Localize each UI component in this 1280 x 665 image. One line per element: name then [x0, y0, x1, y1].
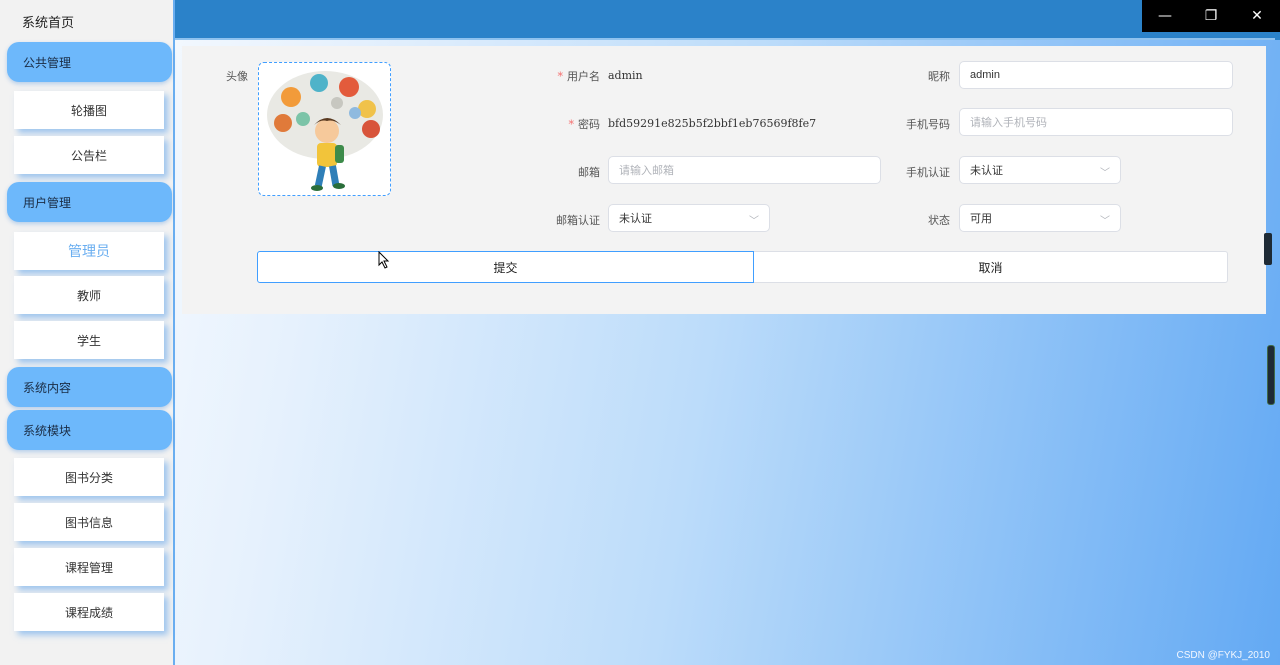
username-label: * 用户名 [557, 70, 601, 83]
cancel-button[interactable]: 取消 [754, 251, 1228, 283]
mouse-cursor-icon [378, 251, 390, 269]
submit-button[interactable]: 提交 [257, 251, 754, 283]
username-value: admin [608, 69, 643, 82]
close-icon[interactable]: ✕ [1234, 0, 1280, 32]
chevron-down-icon: ﹀ [749, 216, 759, 227]
status-label: 状态 [928, 214, 950, 227]
side-handle[interactable] [1264, 233, 1272, 265]
sidebar-item-book-info[interactable]: 图书信息 [14, 503, 164, 541]
email-verify-select[interactable]: 未认证 ﹀ [608, 204, 770, 232]
avatar-upload[interactable] [258, 62, 391, 196]
top-bar-divider [175, 38, 1275, 40]
sidebar-group-public[interactable]: 公共管理 [7, 42, 172, 82]
phone-label: 手机号码 [906, 118, 950, 131]
sidebar-item-book-category[interactable]: 图书分类 [14, 458, 164, 496]
scrollbar-thumb[interactable] [1267, 345, 1275, 405]
nickname-label: 昵称 [928, 70, 950, 83]
window-controls: — ❐ ✕ [1142, 0, 1280, 32]
sidebar-home[interactable]: 系统首页 [22, 12, 74, 31]
sidebar-item-admin[interactable]: 管理员 [14, 232, 164, 270]
chevron-down-icon: ﹀ [1100, 216, 1110, 227]
sidebar-group-module[interactable]: 系统模块 [7, 410, 172, 450]
sidebar-item-carousel[interactable]: 轮播图 [14, 91, 164, 129]
watermark: CSDN @FYKJ_2010 [1176, 650, 1270, 661]
avatar-image [267, 71, 383, 191]
status-select[interactable]: 可用 ﹀ [959, 204, 1121, 232]
email-verify-label: 邮箱认证 [556, 214, 600, 227]
password-value: bfd59291e825b5f2bbf1eb76569f8fe7 [608, 117, 817, 130]
sidebar-item-teacher[interactable]: 教师 [14, 276, 164, 314]
chevron-down-icon: ﹀ [1100, 168, 1110, 179]
sidebar-item-student[interactable]: 学生 [14, 321, 164, 359]
status-value: 可用 [970, 213, 992, 225]
minimize-icon[interactable]: — [1142, 0, 1188, 32]
phone-verify-label: 手机认证 [906, 166, 950, 179]
phone-verify-value: 未认证 [970, 165, 1003, 177]
phone-input[interactable]: 请输入手机号码 [959, 108, 1233, 136]
sidebar-group-content[interactable]: 系统内容 [7, 367, 172, 407]
sidebar-item-course-score[interactable]: 课程成绩 [14, 593, 164, 631]
email-verify-value: 未认证 [619, 213, 652, 225]
nickname-input[interactable]: admin [959, 61, 1233, 89]
email-label: 邮箱 [578, 166, 600, 179]
avatar-label: 头像 [226, 70, 248, 83]
top-bar [175, 0, 1280, 40]
phone-verify-select[interactable]: 未认证 ﹀ [959, 156, 1121, 184]
sidebar-item-notice[interactable]: 公告栏 [14, 136, 164, 174]
restore-icon[interactable]: ❐ [1188, 0, 1234, 32]
sidebar: 系统首页 公共管理 轮播图 公告栏 用户管理 管理员 教师 学生 系统内容 系统… [0, 0, 175, 665]
sidebar-group-user[interactable]: 用户管理 [7, 182, 172, 222]
email-input[interactable]: 请输入邮箱 [608, 156, 881, 184]
password-label: * 密码 [568, 118, 601, 131]
sidebar-item-course-mgmt[interactable]: 课程管理 [14, 548, 164, 586]
edit-form-panel: 头像 * 用户名 admin 昵称 admin * 密码 bfd59291e82… [182, 46, 1266, 314]
